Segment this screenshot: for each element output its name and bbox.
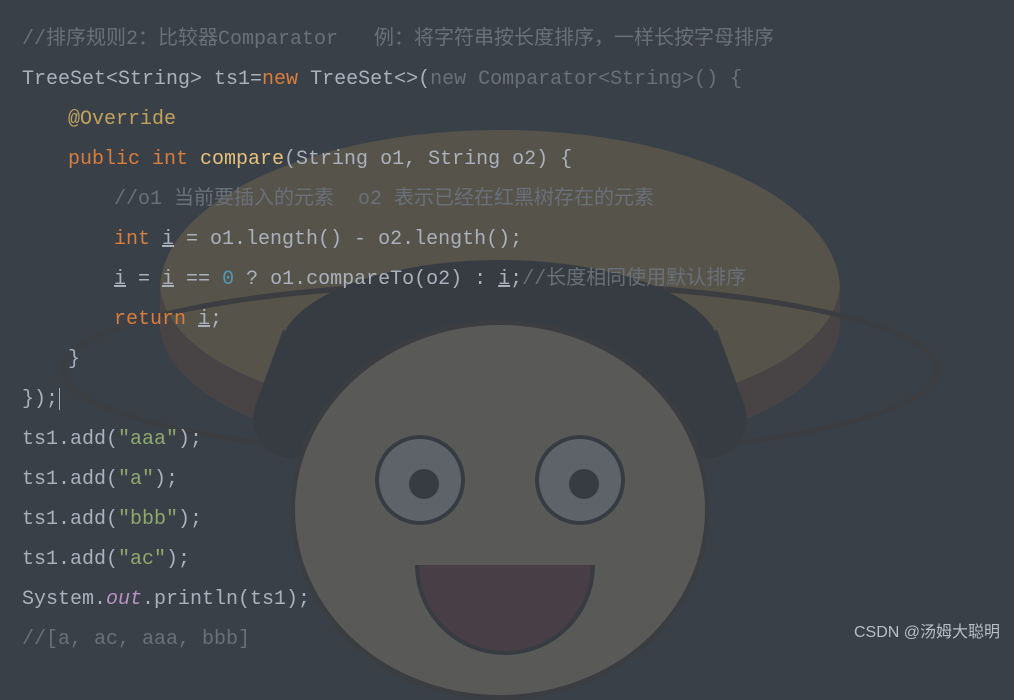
code-line-10: }); <box>22 380 992 420</box>
code-line-14: ts1.add("ac"); <box>22 540 992 580</box>
code-line-2: TreeSet<String> ts1=new TreeSet<>(new Co… <box>22 60 992 100</box>
code-line-5: //o1 当前要插入的元素 o2 表示已经在红黑树存在的元素 <box>22 180 992 220</box>
code-line-6: int i = o1.length() - o2.length(); <box>22 220 992 260</box>
code-editor[interactable]: //排序规则2：比较器Comparator 例：将字符串按长度排序，一样长按字母… <box>0 0 1014 680</box>
watermark: CSDN @汤姆大聪明 <box>854 613 1000 653</box>
code-line-3: @Override <box>22 100 992 140</box>
text-cursor <box>59 388 60 410</box>
code-line-16: //[a, ac, aaa, bbb] <box>22 620 992 660</box>
code-line-4: public int compare(String o1, String o2)… <box>22 140 992 180</box>
code-line-1: //排序规则2：比较器Comparator 例：将字符串按长度排序，一样长按字母… <box>22 20 992 60</box>
code-line-12: ts1.add("a"); <box>22 460 992 500</box>
code-line-7: i = i == 0 ? o1.compareTo(o2) : i;//长度相同… <box>22 260 992 300</box>
code-line-9: } <box>22 340 992 380</box>
code-line-11: ts1.add("aaa"); <box>22 420 992 460</box>
code-line-13: ts1.add("bbb"); <box>22 500 992 540</box>
code-line-15: System.out.println(ts1); <box>22 580 992 620</box>
code-line-8: return i; <box>22 300 992 340</box>
